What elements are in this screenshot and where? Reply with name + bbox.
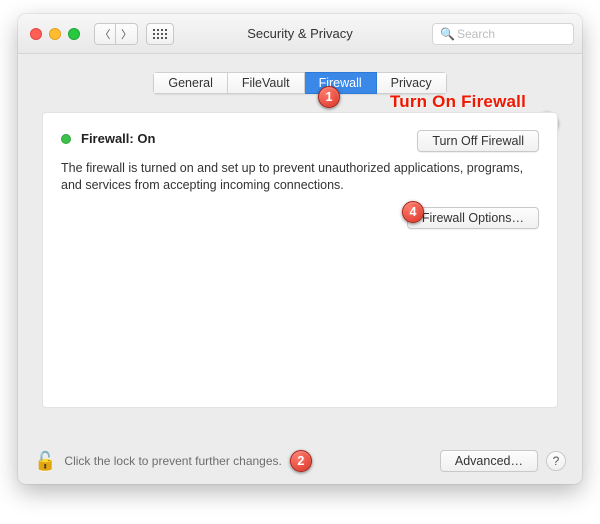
firewall-panel: Firewall: On Turn Off Firewall The firew… <box>42 112 558 408</box>
zoom-icon[interactable] <box>68 28 80 40</box>
firewall-description: The firewall is turned on and set up to … <box>61 160 539 194</box>
minimize-icon[interactable] <box>49 28 61 40</box>
preferences-window: 〈 〉 Security & Privacy 🔍 General FileVau… <box>18 14 582 484</box>
search-icon: 🔍 <box>440 27 455 41</box>
lock-hint-text: Click the lock to prevent further change… <box>64 454 281 468</box>
chevron-left-icon: 〈 <box>100 26 111 42</box>
titlebar: 〈 〉 Security & Privacy 🔍 <box>18 14 582 54</box>
tab-privacy[interactable]: Privacy <box>377 72 447 94</box>
tab-filevault[interactable]: FileVault <box>228 72 305 94</box>
grid-icon <box>153 29 167 39</box>
firewall-status-label: Firewall: On <box>81 131 155 146</box>
turn-off-firewall-button[interactable]: Turn Off Firewall <box>417 130 539 152</box>
search-wrap: 🔍 <box>432 23 574 45</box>
tab-firewall[interactable]: Firewall <box>305 72 377 94</box>
tab-bar: General FileVault Firewall Privacy <box>34 72 566 94</box>
footer: 🔓 Click the lock to prevent further chan… <box>34 450 566 472</box>
status-dot-icon <box>61 134 71 144</box>
chevron-right-icon: 〉 <box>121 26 132 42</box>
callout-2: 2 <box>290 450 312 472</box>
forward-button[interactable]: 〉 <box>116 23 138 45</box>
turn-on-hint: Turn On Firewall <box>390 92 526 112</box>
firewall-options-button[interactable]: Firewall Options… <box>407 207 539 229</box>
window-controls <box>30 28 80 40</box>
tab-segment: General FileVault Firewall Privacy <box>153 72 446 94</box>
close-icon[interactable] <box>30 28 42 40</box>
lock-icon[interactable]: 🔓 <box>34 451 56 472</box>
nav-segment: 〈 〉 <box>94 23 138 45</box>
tab-general[interactable]: General <box>153 72 227 94</box>
callout-4: 4 <box>402 201 424 223</box>
show-all-button[interactable] <box>146 23 174 45</box>
content-area: General FileVault Firewall Privacy 1 Tur… <box>18 54 582 408</box>
help-button[interactable]: ? <box>546 451 566 471</box>
callout-1: 1 <box>318 86 340 108</box>
back-button[interactable]: 〈 <box>94 23 116 45</box>
advanced-button[interactable]: Advanced… <box>440 450 538 472</box>
